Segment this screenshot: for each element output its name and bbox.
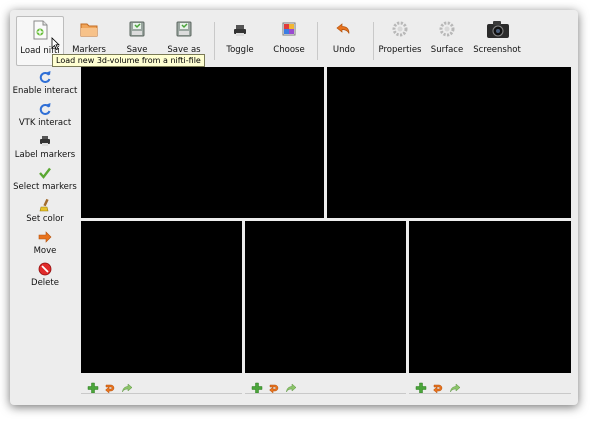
redo-icon[interactable] [121, 379, 133, 392]
save-icon [126, 18, 148, 40]
label-markers-button[interactable]: Label markers [10, 134, 80, 160]
refresh-icon [38, 102, 52, 116]
properties-icon [389, 18, 411, 40]
printer-icon [38, 134, 52, 148]
toolbar-separator [214, 22, 215, 60]
vtk-interact-button[interactable]: VTK interact [10, 102, 80, 128]
toolbar-separator [373, 22, 374, 60]
move-label: Move [33, 246, 57, 256]
viewport-coronal[interactable] [409, 221, 571, 373]
set-color-label: Set color [26, 214, 64, 224]
viewport-toolbar-divider [245, 393, 406, 394]
screenshot-label: Screenshot [473, 45, 521, 55]
mouse-cursor-icon [51, 37, 60, 51]
surface-icon [436, 18, 458, 40]
app-window: Load nifti Markers Save Save as Toggle C… [10, 10, 578, 405]
refresh-icon [38, 70, 52, 84]
viewport-axial[interactable] [81, 221, 242, 373]
viewport-sagittal[interactable] [245, 221, 406, 373]
brush-icon [38, 198, 52, 212]
screenshot-button[interactable]: Screenshot [471, 16, 523, 64]
select-markers-label: Select markers [13, 182, 77, 192]
viewport-sagittal-toolbar [245, 377, 297, 394]
move-button[interactable]: Move [10, 230, 80, 256]
delete-label: Delete [31, 278, 59, 288]
checkmark-icon [38, 166, 52, 180]
camera-icon [486, 18, 509, 40]
surface-label: Surface [430, 45, 464, 55]
undo-button[interactable]: Undo [321, 16, 367, 64]
set-color-button[interactable]: Set color [10, 198, 80, 224]
choose-icon [278, 18, 300, 40]
surface-button[interactable]: Surface [424, 16, 470, 64]
add-icon[interactable] [415, 379, 427, 393]
turn-icon[interactable] [104, 379, 116, 394]
markers-icon [78, 18, 100, 40]
add-icon[interactable] [87, 379, 99, 393]
enable-interact-button[interactable]: Enable interact [10, 70, 80, 96]
properties-button[interactable]: Properties [375, 16, 425, 64]
toggle-icon [229, 18, 251, 40]
toggle-button[interactable]: Toggle [217, 16, 263, 64]
add-icon[interactable] [251, 379, 263, 393]
viewport-toolbar-divider [409, 393, 571, 394]
arrow-right-icon [38, 230, 52, 244]
delete-icon [38, 262, 52, 276]
toggle-label: Toggle [226, 45, 254, 55]
viewport-top-left[interactable] [81, 67, 324, 218]
label-markers-label: Label markers [14, 150, 76, 160]
select-markers-button[interactable]: Select markers [10, 166, 80, 192]
load-nifti-tooltip: Load new 3d-volume from a nifti-file [52, 54, 205, 67]
viewport-axial-toolbar [81, 377, 133, 394]
turn-icon[interactable] [268, 379, 280, 394]
delete-button[interactable]: Delete [10, 262, 80, 288]
undo-label: Undo [332, 45, 356, 55]
viewport-toolbar-divider [81, 393, 242, 394]
load-file-icon [29, 19, 51, 41]
viewport-coronal-toolbar [409, 377, 461, 394]
undo-icon [333, 18, 355, 40]
viewport-top-right[interactable] [327, 67, 571, 218]
choose-button[interactable]: Choose [266, 16, 312, 64]
redo-icon[interactable] [449, 379, 461, 392]
redo-icon[interactable] [285, 379, 297, 392]
save-as-icon [173, 18, 195, 40]
turn-icon[interactable] [432, 379, 444, 394]
properties-label: Properties [378, 45, 422, 55]
enable-interact-label: Enable interact [12, 86, 78, 96]
toolbar-separator [317, 22, 318, 60]
choose-label: Choose [273, 45, 305, 55]
vtk-interact-label: VTK interact [18, 118, 72, 128]
